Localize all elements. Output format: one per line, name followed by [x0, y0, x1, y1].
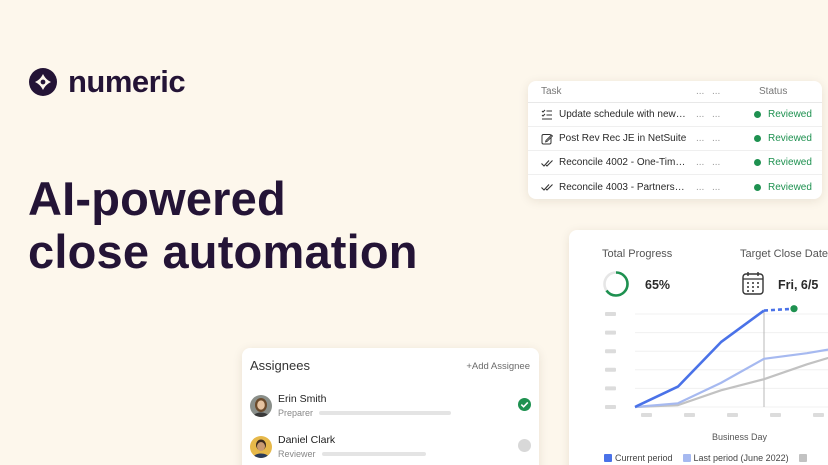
hero-banner: numeric AI-powered close automation Task…	[0, 0, 828, 465]
task-row[interactable]: Reconcile 4002 - One-Time... ... ... Rev…	[528, 151, 822, 175]
task-cell-dots-1: ...	[696, 109, 705, 120]
status-dot-icon	[754, 135, 761, 142]
task-cell-dots-1: ...	[696, 133, 705, 144]
double-check-icon	[541, 159, 553, 167]
status-label: Reviewed	[768, 157, 812, 168]
column-header-status[interactable]: Status	[752, 86, 787, 97]
brand-name: numeric	[68, 64, 186, 99]
column-header-dots-2[interactable]: ...	[712, 86, 752, 97]
task-table-card: Task ... ... Status Update schedule with…	[528, 81, 822, 199]
task-row[interactable]: Post Rev Rec JE in NetSuite ... ... Revi…	[528, 127, 822, 151]
forecast-line	[763, 307, 795, 312]
status-label: Reviewed	[768, 109, 812, 120]
legend-swatch-icon	[682, 454, 691, 462]
status-badge: Reviewed	[752, 182, 812, 193]
headline: AI-powered close automation	[28, 172, 418, 278]
y-tick-placeholder	[605, 312, 616, 316]
pending-circle-icon[interactable]	[518, 439, 531, 452]
legend-item-other[interactable]	[798, 453, 807, 463]
status-badge: Reviewed	[752, 157, 812, 168]
column-header-dots-1[interactable]: ...	[696, 86, 712, 97]
role-progress-bar	[321, 452, 426, 456]
y-tick-placeholder	[605, 349, 616, 354]
status-badge: Reviewed	[752, 109, 812, 120]
edit-note-icon	[541, 133, 553, 144]
task-name: Reconcile 4003 - Partnership...	[559, 181, 687, 193]
series-line-2	[634, 348, 828, 409]
x-tick-placeholder	[813, 413, 824, 417]
task-cell-dots-1: ...	[696, 181, 705, 193]
status-dot-icon	[754, 159, 761, 166]
headline-line-2: close automation	[28, 225, 418, 278]
assignee-role: Preparer	[278, 408, 314, 418]
column-header-task[interactable]: Task	[528, 86, 696, 97]
person-avatar-icon	[250, 394, 272, 417]
assignee-row[interactable]: Daniel Clark Reviewer	[250, 434, 426, 459]
task-cell-dots-1: ...	[696, 157, 705, 168]
x-tick-placeholder	[641, 413, 652, 417]
checklist-icon	[541, 109, 552, 119]
assignee-name: Erin Smith	[278, 393, 327, 405]
task-row[interactable]: Reconcile 4003 - Partnership... ... ... …	[528, 175, 822, 199]
assignees-card: Assignees +Add Assignee Erin Smith Prepa…	[242, 348, 539, 465]
task-name: Update schedule with new an...	[559, 109, 687, 120]
task-cell-dots-2: ...	[712, 109, 721, 120]
x-tick-placeholder	[727, 413, 738, 417]
numeric-logo-icon	[29, 68, 57, 96]
legend-label: Last period (June 2022)	[693, 453, 789, 463]
y-tick-placeholder	[605, 367, 616, 372]
assignee-name: Daniel Clark	[278, 434, 336, 446]
status-dot-icon	[754, 111, 761, 118]
person-avatar-icon	[250, 435, 272, 458]
y-tick-placeholder	[605, 330, 616, 335]
check-circle-icon[interactable]	[518, 398, 531, 411]
task-row[interactable]: Update schedule with new an... ... ... R…	[528, 103, 822, 127]
task-cell-dots-2: ...	[712, 157, 721, 168]
chart-legend: Current period Last period (June 2022)	[604, 453, 807, 463]
legend-item-current[interactable]: Current period	[604, 453, 673, 463]
status-dot-icon	[754, 183, 761, 191]
double-check-icon	[541, 184, 553, 191]
role-progress-bar	[319, 411, 452, 415]
progress-line-chart	[605, 305, 828, 417]
legend-swatch-icon	[798, 454, 807, 462]
task-cell-dots-2: ...	[712, 133, 721, 144]
status-badge: Reviewed	[752, 133, 812, 144]
headline-line-1: AI-powered	[28, 172, 286, 225]
legend-label: Current period	[615, 453, 673, 463]
status-label: Reviewed	[768, 133, 812, 144]
progress-card: Total Progress 65% Target Close Date Fri…	[569, 230, 828, 465]
assignee-role: Reviewer	[278, 449, 316, 459]
chart-x-axis-label: Business Day	[712, 432, 768, 442]
add-assignee-button[interactable]: +Add Assignee	[466, 361, 530, 372]
avatar	[250, 435, 272, 458]
legend-item-last[interactable]: Last period (June 2022)	[682, 453, 789, 463]
task-table-header: Task ... ... Status	[528, 81, 822, 103]
x-tick-placeholder	[770, 413, 781, 417]
brand-logo[interactable]: numeric	[28, 64, 186, 100]
task-name: Post Rev Rec JE in NetSuite	[559, 133, 687, 144]
assignees-title: Assignees	[250, 358, 310, 373]
x-tick-placeholder	[684, 413, 695, 417]
series-line-3	[634, 356, 828, 409]
assignee-row[interactable]: Erin Smith Preparer	[250, 393, 452, 418]
y-tick-placeholder	[605, 386, 616, 391]
task-name: Reconcile 4002 - One-Time...	[559, 157, 687, 168]
status-label: Reviewed	[768, 181, 812, 193]
legend-swatch-icon	[604, 454, 612, 462]
y-tick-placeholder	[605, 405, 616, 409]
avatar	[250, 394, 272, 417]
task-cell-dots-2: ...	[712, 181, 721, 193]
target-point	[790, 305, 798, 313]
